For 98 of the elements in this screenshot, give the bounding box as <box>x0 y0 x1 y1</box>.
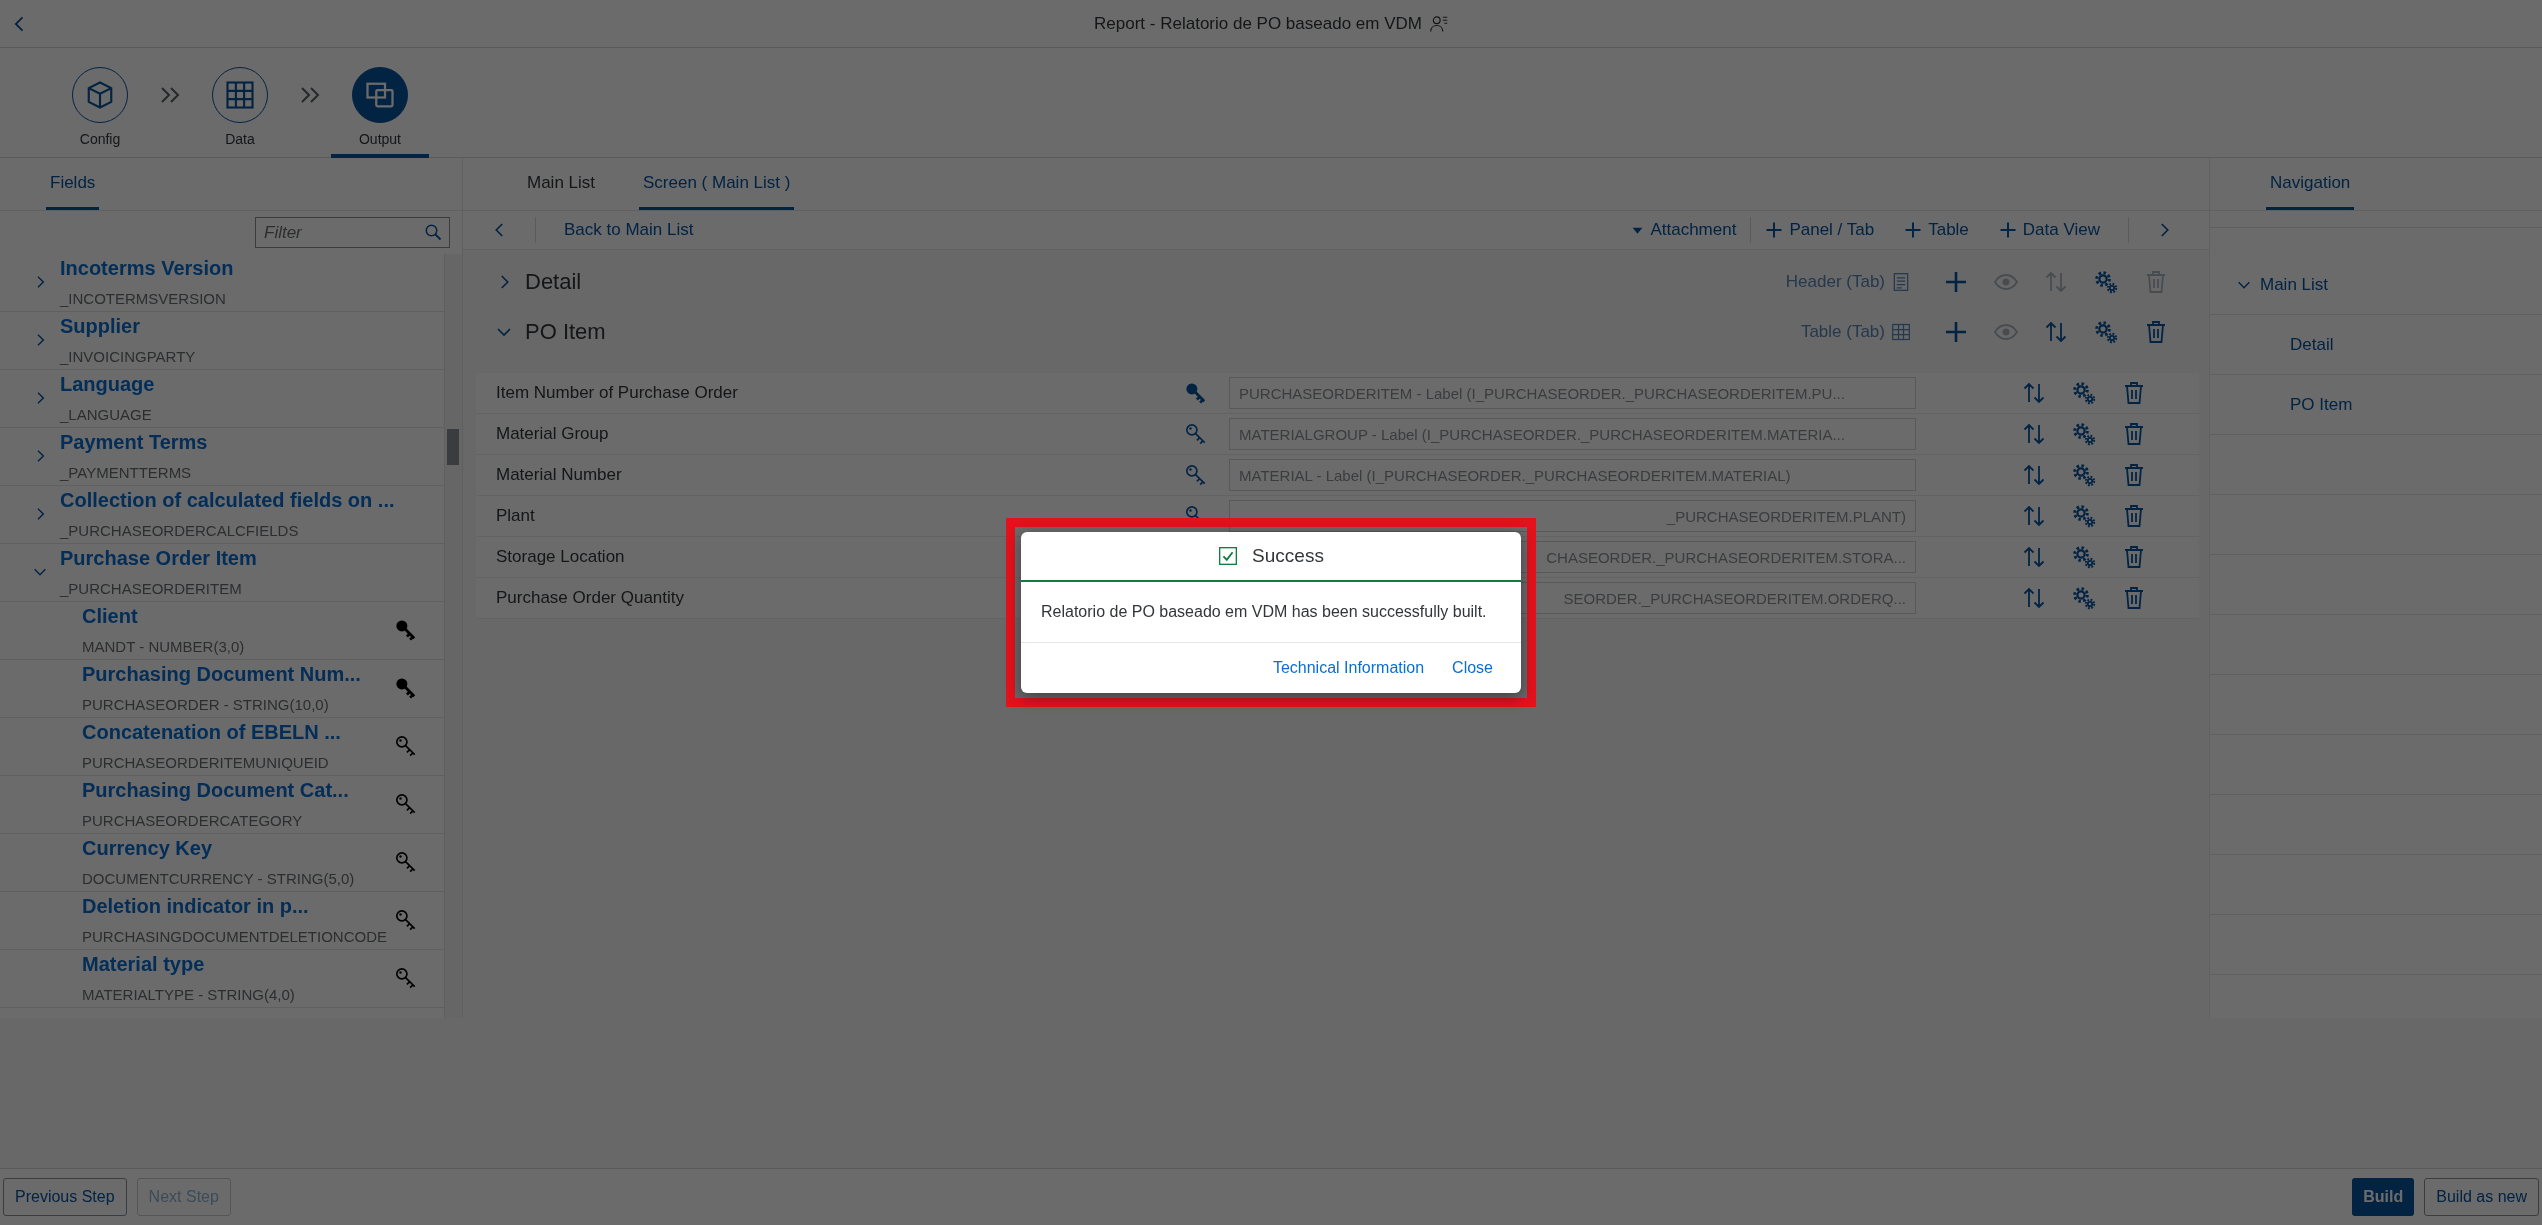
field-technical-name: PURCHASEORDERITEMUNIQUEID <box>82 753 330 772</box>
field-technical-name: DOCUMENTCURRENCY - STRING(5,0) <box>82 869 355 888</box>
settings-icon <box>2072 463 2096 487</box>
settings-icon <box>2072 504 2096 528</box>
field-title[interactable]: Material type <box>82 952 295 976</box>
toolbar-button[interactable]: Data View <box>1990 220 2108 240</box>
settings-icon <box>2072 586 2096 610</box>
person-icon <box>1429 14 1448 33</box>
trash-icon <box>2122 463 2146 487</box>
field-technical-name: _LANGUAGE <box>60 405 153 424</box>
window-title: Report - Relatorio de PO baseado em VDM <box>1094 13 1422 34</box>
list-icon <box>1891 272 1911 292</box>
section-type-label: Header (Tab) <box>1785 272 1885 292</box>
table-icon <box>225 80 255 110</box>
field-technical-name: _INVOICINGPARTY <box>60 347 196 366</box>
footer-button[interactable]: Build <box>2352 1178 2415 1216</box>
plus-icon <box>1904 221 1923 239</box>
field-title[interactable]: Currency Key <box>82 836 355 860</box>
field-title[interactable]: Purchase Order Item <box>60 546 257 570</box>
trash-icon <box>2122 504 2146 528</box>
key-icon[interactable] <box>1185 382 1207 404</box>
settings-icon <box>2072 422 2096 446</box>
field-label: Storage Location <box>496 547 626 567</box>
sort-icon <box>2022 545 2046 569</box>
field-title[interactable]: Collection of calculated fields on ... <box>60 488 395 512</box>
trash-icon <box>2122 586 2146 610</box>
field-technical-name: PURCHASINGDOCUMENTDELETIONCODE <box>82 927 388 946</box>
trash-icon <box>2122 422 2146 446</box>
tree-item[interactable]: Detail <box>2286 331 2338 359</box>
grid-icon <box>1891 322 1911 342</box>
checkbox-icon <box>1218 546 1239 566</box>
footer-button[interactable]: Previous Step <box>3 1178 127 1216</box>
back-link[interactable]: Back to Main List <box>556 220 702 240</box>
section-type-label: Table (Tab) <box>1800 322 1885 342</box>
sort-icon <box>2022 463 2046 487</box>
cube-icon <box>85 80 115 110</box>
key-outline-icon <box>395 909 417 931</box>
screens-icon <box>365 80 395 110</box>
field-label: Purchase Order Quantity <box>496 588 686 608</box>
toolbar-button[interactable]: Table <box>1896 220 1977 240</box>
footer-button[interactable]: Build as new <box>2424 1178 2539 1216</box>
key-outline-icon <box>395 851 417 873</box>
scrollbar-thumb[interactable] <box>447 429 459 465</box>
section-title: PO Item <box>525 319 606 345</box>
plus-icon <box>1765 221 1784 239</box>
field-title[interactable]: Purchasing Document Cat... <box>82 778 349 802</box>
dialog-link[interactable]: Close <box>1446 655 1499 681</box>
field-label: Item Number of Purchase Order <box>496 383 739 403</box>
scrollbar[interactable] <box>444 254 462 1018</box>
field-title[interactable]: Deletion indicator in p... <box>82 894 388 918</box>
field-technical-name: MATERIALTYPE - STRING(4,0) <box>82 985 295 1004</box>
sort-icon <box>2022 504 2046 528</box>
settings-icon <box>2072 381 2096 405</box>
key-outline-icon[interactable] <box>1185 423 1207 445</box>
key-outline-icon <box>395 793 417 815</box>
trash-icon <box>2122 545 2146 569</box>
trash-icon <box>2122 381 2146 405</box>
section-title: Detail <box>525 269 582 295</box>
field-title[interactable]: Payment Terms <box>60 430 208 454</box>
search-icon <box>424 223 442 241</box>
step-button[interactable]: Data <box>191 48 289 158</box>
field-label: Material Number <box>496 465 623 485</box>
field-title[interactable]: Language <box>60 372 155 396</box>
panel-tab[interactable]: Navigation <box>2266 158 2355 210</box>
field-title[interactable]: Concatenation of EBELN ... <box>82 720 341 744</box>
toolbar-button[interactable]: Panel / Tab <box>1757 220 1883 240</box>
field-technical-name: _INCOTERMSVERSION <box>60 289 227 308</box>
field-label: Plant <box>496 506 536 526</box>
panel-tab[interactable]: Main List <box>523 158 600 210</box>
field-title[interactable]: Incoterms Version <box>60 256 234 280</box>
field-title[interactable]: Purchasing Document Num... <box>82 662 361 686</box>
tree-item[interactable]: Main List <box>2256 271 2333 299</box>
key-icon <box>395 677 417 699</box>
sort-icon <box>2022 422 2046 446</box>
field-title[interactable]: Supplier <box>60 314 196 338</box>
sort-icon <box>2022 381 2046 405</box>
tree-item[interactable]: PO Item <box>2286 391 2357 419</box>
step-button[interactable]: Config <box>51 48 149 158</box>
key-outline-icon <box>395 967 417 989</box>
field-technical-name: PURCHASEORDERCATEGORY <box>82 811 304 830</box>
key-icon <box>395 619 417 641</box>
panel-tab[interactable]: Fields <box>46 158 100 210</box>
field-technical-name: _PURCHASEORDERCALCFIELDS <box>60 521 300 540</box>
settings-icon <box>2072 545 2096 569</box>
filter-field[interactable]: Filter <box>255 217 450 248</box>
key-outline-icon <box>395 735 417 757</box>
key-outline-icon[interactable] <box>1185 464 1207 486</box>
field-technical-name: _PURCHASEORDERITEM <box>60 579 243 598</box>
field-title[interactable]: Client <box>82 604 245 628</box>
field-technical-name: PURCHASEORDER - STRING(10,0) <box>82 695 330 714</box>
sort-icon <box>2022 586 2046 610</box>
dialog-title: Success <box>1252 545 1324 567</box>
field-technical-name: _PAYMENTTERMS <box>60 463 193 482</box>
dialog-link[interactable]: Technical Information <box>1266 655 1431 681</box>
field-technical-name: MANDT - NUMBER(3,0) <box>82 637 245 656</box>
toolbar-button[interactable]: Attachment <box>1623 220 1745 240</box>
plus-icon <box>1998 221 2017 239</box>
field-label: Material Group <box>496 424 610 444</box>
